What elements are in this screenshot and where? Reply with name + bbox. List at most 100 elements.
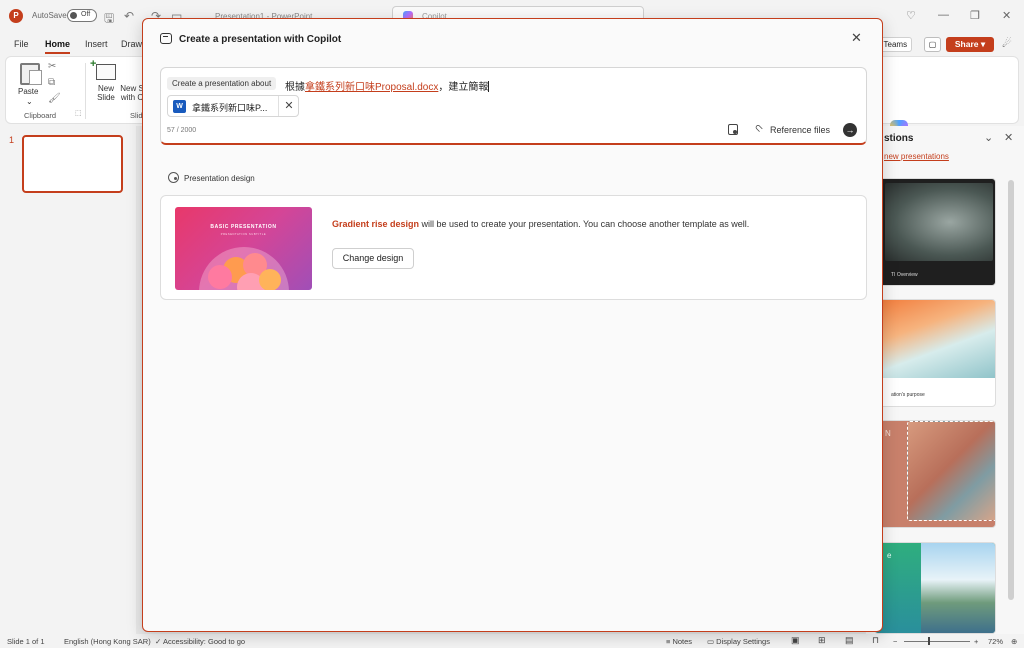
cut-icon[interactable]: ✂ [48,61,56,72]
prompt-file-link[interactable]: 拿鐵系列新口味Proposal.docx [305,82,438,93]
accessibility-label: Accessibility: Good to go [162,637,246,646]
paste-icon[interactable] [20,63,42,85]
designer-pane: stions ⌄ ✕ new presentations TI Overview… [866,126,1024,634]
design-suggestion-1[interactable]: TI Overview [874,178,996,286]
coauthor-icon[interactable]: ☄ [1002,37,1012,50]
remove-attachment-icon[interactable]: ✕ [278,96,299,116]
design-4-letter: e [887,551,892,560]
notes-button[interactable]: ≡ Notes [666,637,692,646]
autosave-toggle[interactable]: Off [67,9,97,22]
tab-draw[interactable]: Draw [121,39,142,49]
undo-icon[interactable]: ↶ [124,9,134,23]
thumb-title: BASIC PRESENTATION [210,224,277,230]
share-button[interactable]: Share ▾ [946,37,994,52]
design-suggestion-3[interactable]: N [874,420,996,528]
character-counter: 57 / 2000 [167,127,197,134]
text-caret [488,81,490,92]
design-3-letter: N [885,429,891,438]
status-bar: Slide 1 of 1 English (Hong Kong SAR) ✓ A… [0,634,1024,648]
ribbon-separator [85,63,86,119]
balloon-rose [208,265,232,289]
copilot-presentation-icon [160,33,172,44]
close-icon[interactable]: ✕ [851,30,862,46]
accessibility-checker[interactable]: ✓ Accessibility: Good to go [155,637,245,646]
attachment-chip[interactable]: W 拿鐵系列新口味P... ✕ [167,95,299,117]
fit-to-window-icon[interactable]: ⊕ [1011,637,1017,646]
prompt-input[interactable]: 根據拿鐵系列新口味Proposal.docx，建立簡報 [285,78,490,93]
paperclip-icon[interactable]: ⊂ [751,122,765,136]
new-slide-copilot-label[interactable]: New S with C [120,84,144,106]
dialog-title: Create a presentation with Copilot [179,34,342,45]
presentation-design-label: Presentation design [184,174,255,183]
design-3-image [907,421,995,521]
prompt-prefix: 根據 [285,82,305,93]
design-4-image [921,543,995,633]
word-file-icon: W [173,100,186,113]
prompt-pill: Create a presentation about [167,77,277,90]
design-2-caption: ation's purpose [891,392,925,398]
change-design-button[interactable]: Change design [332,248,414,269]
display-settings-label: Display Settings [716,637,770,646]
comments-button[interactable]: ▢ [924,37,941,52]
slide-number: 1 [9,135,15,145]
save-icon[interactable]: 🖫 [104,9,114,30]
clipboard-group-label: Clipboard [24,111,57,120]
designer-title: stions [884,133,914,144]
language-indicator[interactable]: English (Hong Kong SAR) [64,637,151,646]
designer-link[interactable]: new presentations [884,152,949,161]
copy-icon[interactable]: ⧉ [48,77,55,88]
design-card: BASIC PRESENTATION PRESENTATION SUBTITLE… [160,195,867,300]
prompt-suffix: ，建立簡報 [438,82,489,93]
zoom-out-icon[interactable]: − [893,637,897,646]
autosave-state: Off [81,11,91,18]
notes-label: Notes [672,637,693,646]
reading-view-icon[interactable]: ▤ [845,635,854,646]
slideshow-icon[interactable]: ⊓ [872,635,879,646]
zoom-slider-thumb[interactable] [928,637,930,645]
design-suggestion-4[interactable]: e [874,542,996,634]
design-description: Gradient rise design will be used to cre… [332,219,749,229]
design-suggestion-2[interactable]: ation's purpose [874,299,996,407]
slide-info: Slide 1 of 1 [7,637,45,646]
toggle-knob [70,12,77,19]
tab-home[interactable]: Home [45,39,71,54]
design-name: Gradient rise design [332,219,420,229]
design-1-image [885,183,993,261]
design-2-image [875,300,995,378]
attachment-name: 拿鐵系列新口味P... [192,103,268,113]
zoom-slider[interactable] [904,641,970,642]
design-1-caption: TI Overview [891,272,918,278]
new-slide-icon[interactable] [90,58,116,80]
reference-files-button[interactable]: Reference files [770,125,830,135]
prompt-box[interactable]: Create a presentation about 根據拿鐵系列新口味Pro… [160,67,867,145]
autosave-label: AutoSave [32,11,67,20]
designer-scrollbar[interactable] [1008,180,1014,600]
clipboard-launcher-icon[interactable]: ⬚ [75,109,82,117]
minimize-icon[interactable]: — [938,9,949,21]
slide-sorter-icon[interactable]: ⊞ [818,635,826,646]
copilot-dialog: Create a presentation with Copilot ✕ Cre… [142,18,883,632]
format-painter-icon[interactable]: 🖌 [48,93,61,104]
send-button[interactable]: → [843,123,857,137]
chevron-down-icon[interactable]: ⌄ [984,131,993,144]
restore-icon[interactable]: ❐ [970,9,980,22]
display-settings-button[interactable]: ▭ Display Settings [707,637,770,646]
close-icon[interactable]: ✕ [1002,9,1011,22]
slide-thumbnail[interactable] [22,135,123,193]
powerpoint-logo-icon: P [9,9,23,23]
tab-insert[interactable]: Insert [85,39,108,49]
zoom-in-icon[interactable]: + [974,637,978,646]
new-slide-label[interactable]: New Slide [92,84,120,102]
zoom-level[interactable]: 72% [988,637,1003,646]
paste-label[interactable]: Paste [18,87,38,96]
design-text: will be used to create your presentation… [419,219,750,229]
design-thumbnail[interactable]: BASIC PRESENTATION PRESENTATION SUBTITLE [175,207,312,290]
close-icon[interactable]: ✕ [1004,131,1013,144]
palette-icon [168,172,179,183]
lightbulb-icon[interactable]: ♡ [906,9,916,22]
tab-file[interactable]: File [14,39,29,49]
normal-view-icon[interactable]: ▣ [791,635,800,646]
thumb-subtitle: PRESENTATION SUBTITLE [220,233,267,236]
paste-dropdown-icon[interactable]: ⌄ [26,97,33,106]
prompt-guide-icon[interactable] [728,124,738,135]
